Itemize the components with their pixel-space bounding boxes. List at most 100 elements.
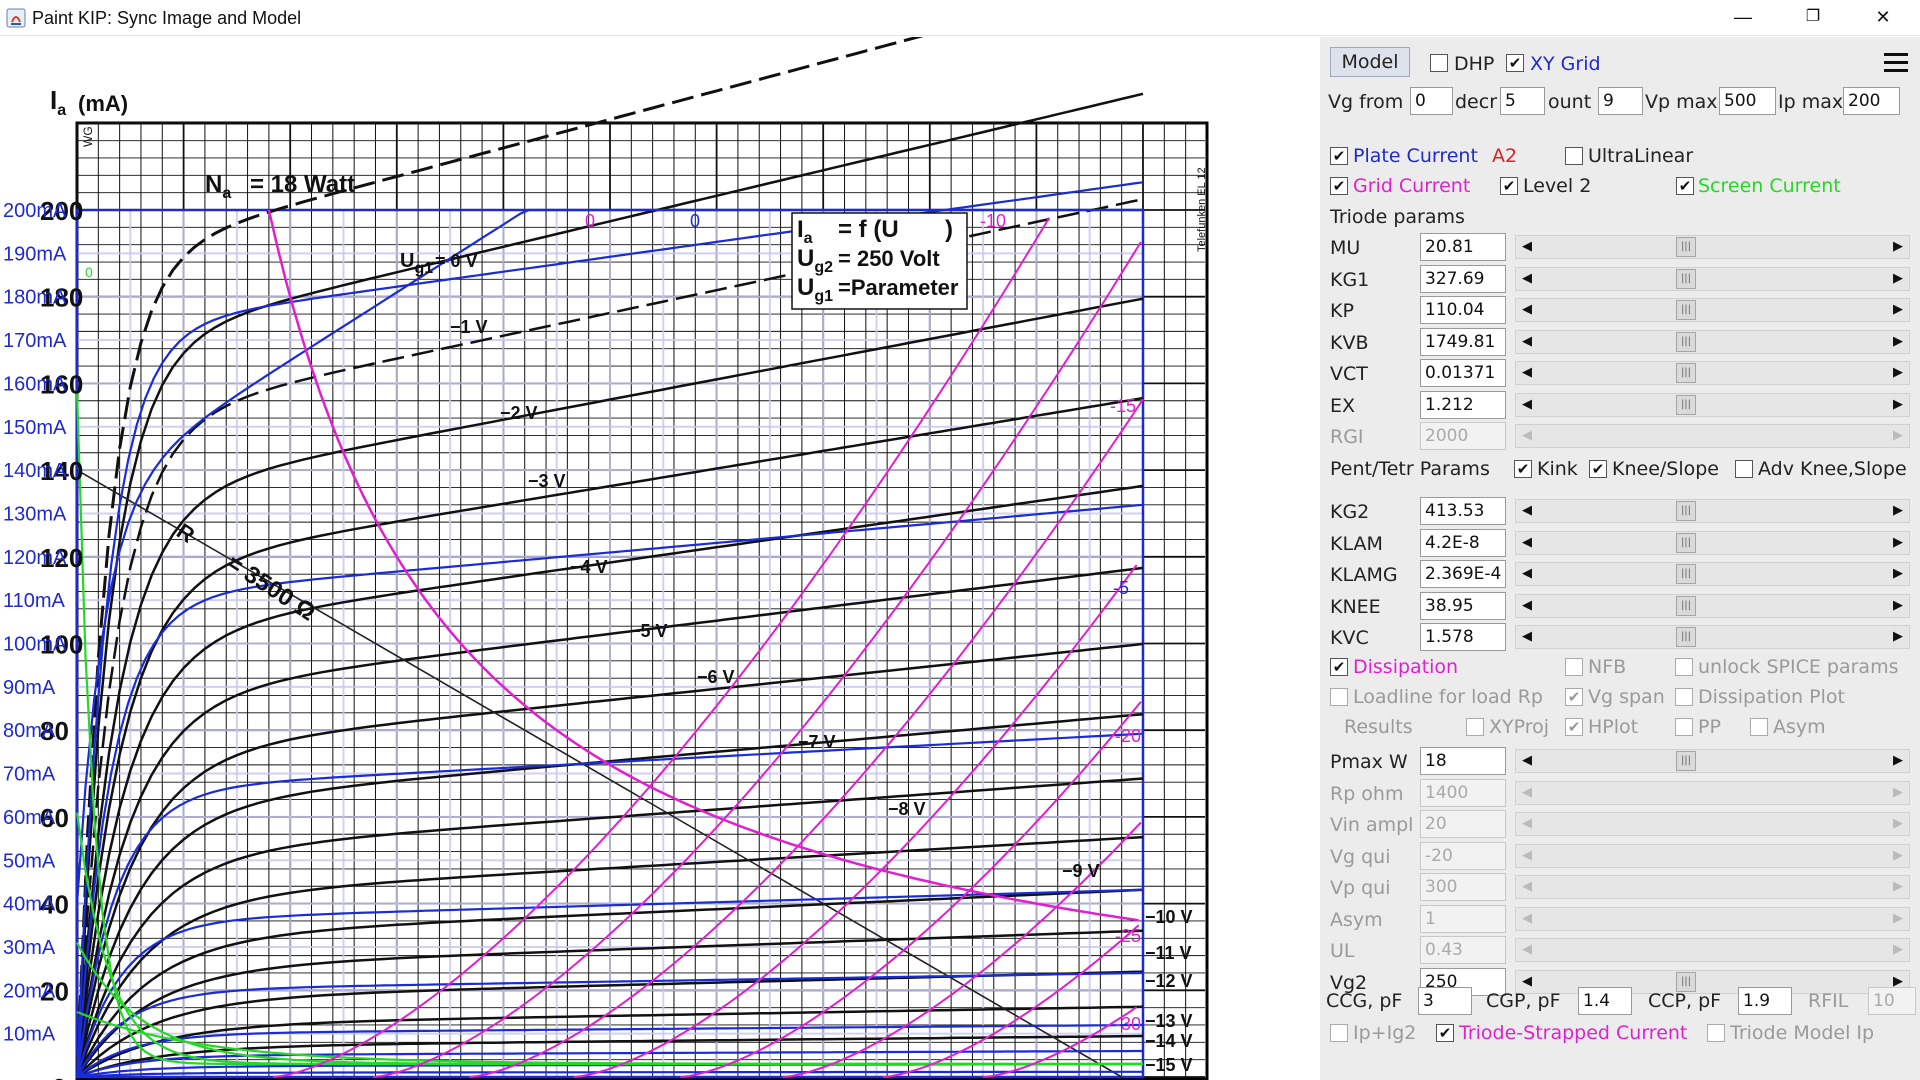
param-field-vp-qui[interactable]: 300	[1420, 873, 1506, 901]
param-slider-vin-ampl[interactable]: ◀ ▶	[1515, 812, 1910, 836]
scroll-right-arrow-icon[interactable]: ▶	[1887, 626, 1909, 648]
scroll-left-arrow-icon[interactable]: ◀	[1516, 268, 1538, 290]
scroll-left-arrow-icon[interactable]: ◀	[1516, 500, 1538, 522]
scroll-right-arrow-icon[interactable]: ▶	[1887, 532, 1909, 554]
scroll-left-arrow-icon[interactable]: ◀	[1516, 845, 1538, 867]
slider-thumb[interactable]: |||	[1676, 532, 1696, 553]
param-field-rp-ohm[interactable]: 1400	[1420, 778, 1506, 807]
scroll-left-arrow-icon[interactable]: ◀	[1516, 394, 1538, 416]
scroll-left-arrow-icon[interactable]: ◀	[1516, 532, 1538, 554]
slider-thumb[interactable]: |||	[1676, 595, 1696, 616]
param-slider-rgi[interactable]: ◀ ▶	[1515, 424, 1910, 448]
param-slider-ul[interactable]: ◀ ▶	[1515, 938, 1910, 962]
param-field-vin-ampl[interactable]: 20	[1420, 810, 1506, 838]
plate-current-checkbox[interactable]: ✔	[1330, 147, 1348, 165]
slider-thumb[interactable]: |||	[1676, 564, 1696, 584]
decr-field[interactable]: 5	[1500, 87, 1545, 115]
scroll-left-arrow-icon[interactable]: ◀	[1516, 595, 1538, 617]
slider-thumb[interactable]: |||	[1676, 501, 1696, 521]
scroll-right-arrow-icon[interactable]: ▶	[1887, 876, 1909, 898]
scroll-right-arrow-icon[interactable]: ▶	[1887, 299, 1909, 321]
pp-checkbox[interactable]	[1675, 718, 1693, 736]
dissipation-checkbox[interactable]: ✔	[1330, 658, 1348, 676]
param-field-pmax-w[interactable]: 18	[1420, 747, 1506, 775]
param-slider-kvb[interactable]: ◀ ||| ▶	[1515, 329, 1910, 354]
param-slider-kvc[interactable]: ◀ ||| ▶	[1515, 625, 1910, 649]
scroll-right-arrow-icon[interactable]: ▶	[1887, 425, 1909, 447]
param-slider-knee[interactable]: ◀ ||| ▶	[1515, 593, 1910, 618]
param-field-kg1[interactable]: 327.69	[1420, 264, 1506, 293]
scroll-right-arrow-icon[interactable]: ▶	[1887, 394, 1909, 416]
param-slider-kg2[interactable]: ◀ ||| ▶	[1515, 499, 1910, 523]
param-slider-vp-qui[interactable]: ◀ ▶	[1515, 875, 1910, 899]
model-button[interactable]: Model	[1330, 47, 1410, 77]
triode-model-ip-checkbox[interactable]	[1707, 1024, 1725, 1042]
param-slider-ex[interactable]: ◀ ||| ▶	[1515, 392, 1910, 417]
slider-thumb[interactable]: |||	[1676, 394, 1696, 415]
param-field-kvb[interactable]: 1749.81	[1420, 327, 1506, 356]
close-button[interactable]: ✕	[1853, 0, 1913, 36]
adv-knee-checkbox[interactable]	[1735, 460, 1753, 478]
slider-thumb[interactable]: |||	[1676, 751, 1696, 771]
scroll-left-arrow-icon[interactable]: ◀	[1516, 750, 1538, 772]
dhp-checkbox[interactable]	[1430, 54, 1448, 72]
scroll-right-arrow-icon[interactable]: ▶	[1887, 845, 1909, 867]
ccp-field[interactable]: 1.9	[1738, 987, 1792, 1015]
param-field-kp[interactable]: 110.04	[1420, 296, 1506, 324]
xy-grid-checkbox[interactable]: ✔	[1506, 54, 1524, 72]
ip-max-field[interactable]: 200	[1843, 87, 1900, 115]
param-slider-pmax-w[interactable]: ◀ ||| ▶	[1515, 749, 1910, 773]
scroll-right-arrow-icon[interactable]: ▶	[1887, 782, 1909, 804]
count-field[interactable]: 9	[1598, 87, 1643, 115]
param-slider-rp-ohm[interactable]: ◀ ▶	[1515, 780, 1910, 805]
param-field-ex[interactable]: 1.212	[1420, 390, 1506, 419]
param-field-klamg[interactable]: 2.369E-4	[1420, 560, 1506, 588]
param-slider-vct[interactable]: ◀ ||| ▶	[1515, 361, 1910, 385]
scroll-left-arrow-icon[interactable]: ◀	[1516, 908, 1538, 930]
scroll-right-arrow-icon[interactable]: ▶	[1887, 500, 1909, 522]
minimize-button[interactable]: —	[1713, 0, 1773, 36]
loadline-checkbox[interactable]	[1330, 688, 1348, 706]
vp-max-field[interactable]: 500	[1719, 87, 1776, 115]
level2-checkbox[interactable]: ✔	[1500, 177, 1518, 195]
scroll-left-arrow-icon[interactable]: ◀	[1516, 782, 1538, 804]
param-field-knee[interactable]: 38.95	[1420, 591, 1506, 620]
scroll-left-arrow-icon[interactable]: ◀	[1516, 939, 1538, 961]
slider-thumb[interactable]: |||	[1676, 268, 1696, 289]
param-field-mu[interactable]: 20.81	[1420, 233, 1506, 261]
param-slider-mu[interactable]: ◀ ||| ▶	[1515, 235, 1910, 259]
asym-checkbox[interactable]	[1750, 718, 1768, 736]
scroll-right-arrow-icon[interactable]: ▶	[1887, 908, 1909, 930]
scroll-right-arrow-icon[interactable]: ▶	[1887, 750, 1909, 772]
triode-strapped-checkbox[interactable]: ✔	[1436, 1024, 1454, 1042]
param-field-asym[interactable]: 1	[1420, 904, 1506, 933]
slider-thumb[interactable]: |||	[1676, 331, 1696, 352]
param-field-rgi[interactable]: 2000	[1420, 422, 1506, 450]
scroll-right-arrow-icon[interactable]: ▶	[1887, 268, 1909, 290]
param-slider-vg-qui[interactable]: ◀ ▶	[1515, 843, 1910, 868]
param-field-klam[interactable]: 4.2E-8	[1420, 528, 1506, 557]
scroll-left-arrow-icon[interactable]: ◀	[1516, 876, 1538, 898]
scroll-left-arrow-icon[interactable]: ◀	[1516, 331, 1538, 353]
vg-span-checkbox[interactable]: ✔	[1565, 688, 1583, 706]
screen-current-checkbox[interactable]: ✔	[1676, 177, 1694, 195]
maximize-button[interactable]: ❐	[1783, 0, 1843, 36]
param-slider-kp[interactable]: ◀ ||| ▶	[1515, 298, 1910, 322]
knee-slope-checkbox[interactable]: ✔	[1589, 460, 1607, 478]
ip-ig2-checkbox[interactable]	[1330, 1024, 1348, 1042]
scroll-left-arrow-icon[interactable]: ◀	[1516, 299, 1538, 321]
param-field-kvc[interactable]: 1.578	[1420, 623, 1506, 651]
slider-thumb[interactable]: |||	[1676, 237, 1696, 257]
scroll-right-arrow-icon[interactable]: ▶	[1887, 236, 1909, 258]
menu-icon[interactable]	[1875, 47, 1915, 81]
grid-current-checkbox[interactable]: ✔	[1330, 177, 1348, 195]
vg-from-field[interactable]: 0	[1410, 87, 1453, 115]
hplot-checkbox[interactable]: ✔	[1565, 718, 1583, 736]
slider-thumb[interactable]: |||	[1676, 300, 1696, 320]
ultralinear-checkbox[interactable]	[1565, 147, 1583, 165]
scroll-left-arrow-icon[interactable]: ◀	[1516, 425, 1538, 447]
scroll-left-arrow-icon[interactable]: ◀	[1516, 563, 1538, 585]
kink-checkbox[interactable]: ✔	[1514, 460, 1532, 478]
scroll-left-arrow-icon[interactable]: ◀	[1516, 626, 1538, 648]
scroll-right-arrow-icon[interactable]: ▶	[1887, 813, 1909, 835]
